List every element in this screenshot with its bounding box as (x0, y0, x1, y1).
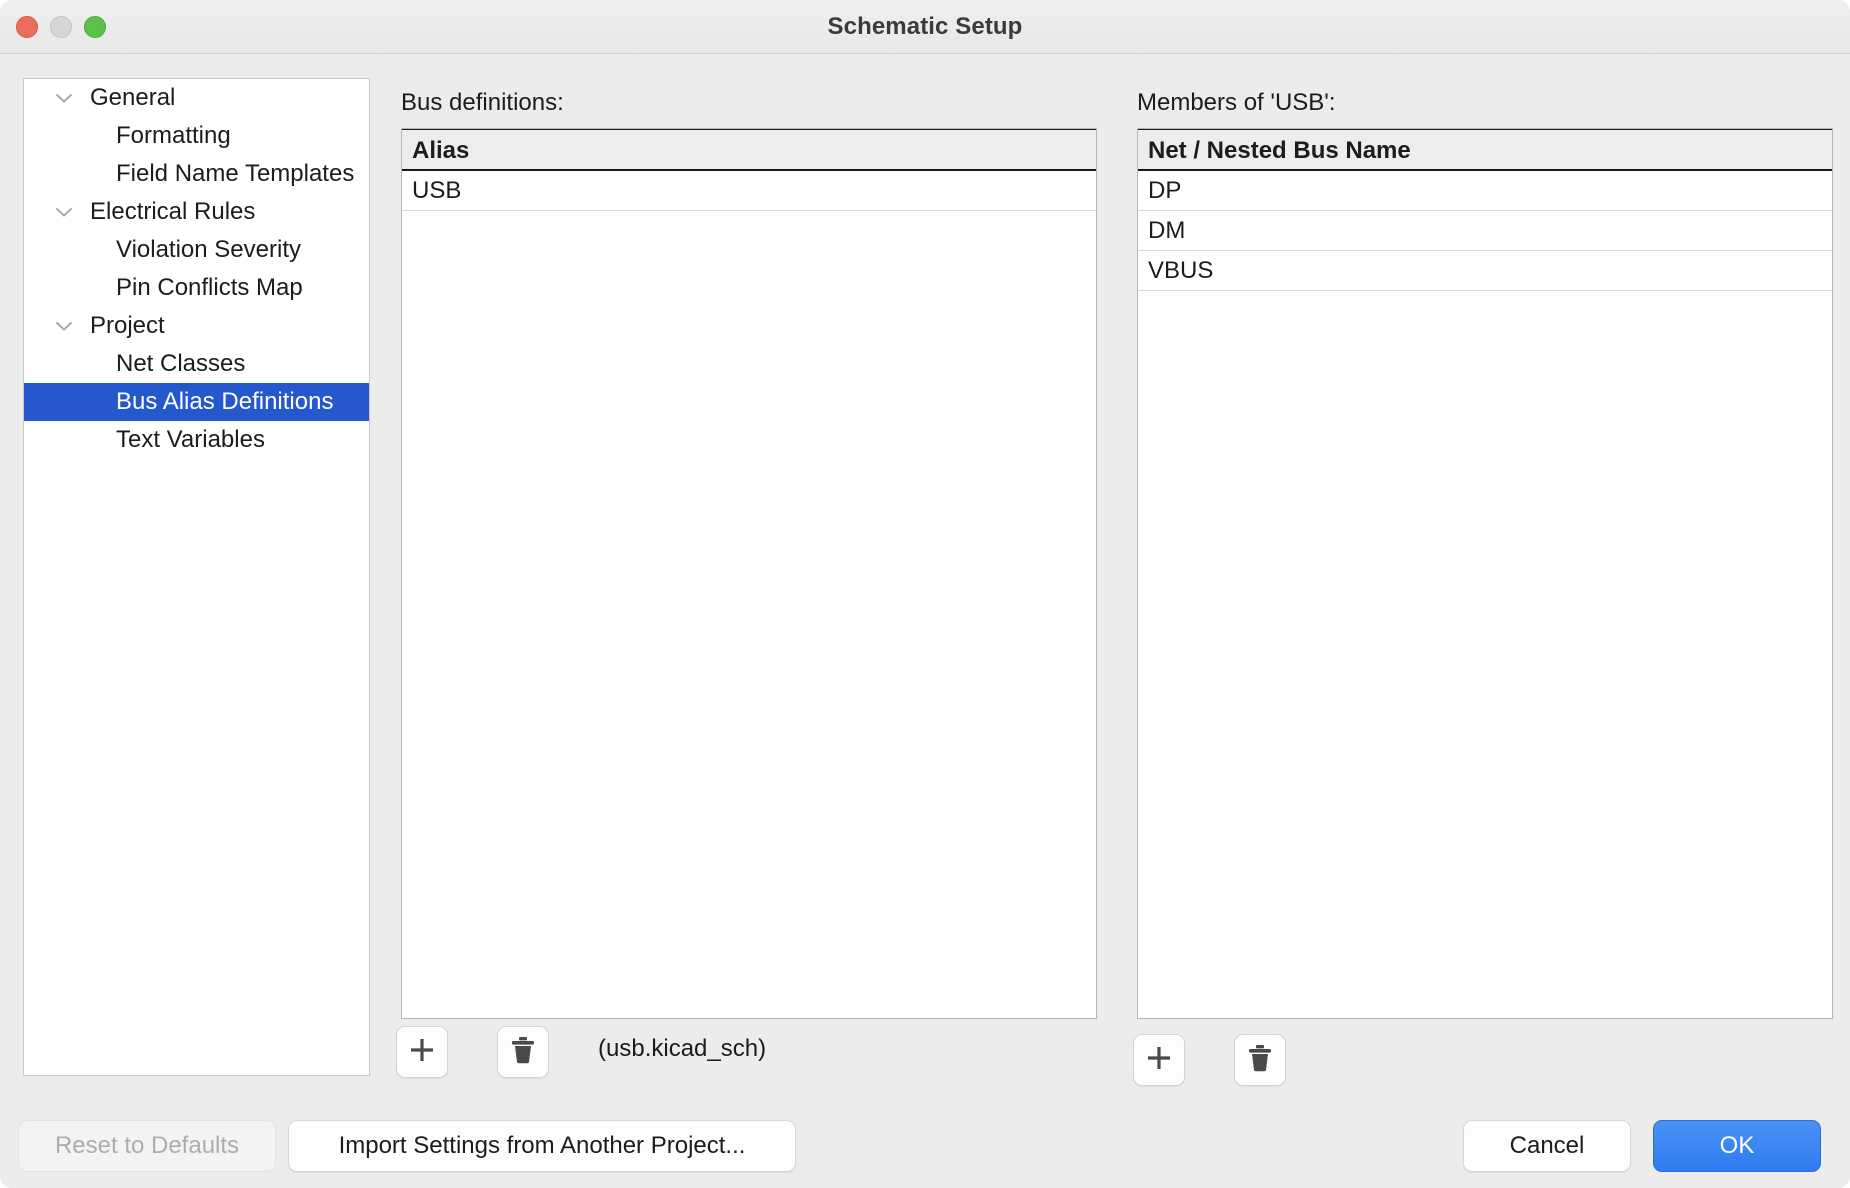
title-bar: Schematic Setup (0, 0, 1850, 54)
ok-button[interactable]: OK (1653, 1120, 1821, 1172)
schematic-setup-dialog: Schematic Setup General Formatting Field… (0, 0, 1850, 1188)
sidebar-item-label: General (24, 79, 369, 117)
sidebar-item-label: Bus Alias Definitions (24, 383, 369, 421)
plus-icon (407, 1035, 437, 1070)
table-row[interactable]: USB (402, 171, 1096, 211)
sidebar-item-label: Electrical Rules (24, 193, 369, 231)
column-header-net-nested-bus-name[interactable]: Net / Nested Bus Name (1138, 129, 1832, 171)
column-header-alias[interactable]: Alias (402, 129, 1096, 171)
sidebar-item-electrical-rules[interactable]: Electrical Rules (24, 193, 369, 231)
sidebar-item-net-classes[interactable]: Net Classes (24, 345, 369, 383)
table-row[interactable]: VBUS (1138, 251, 1832, 291)
table-row[interactable]: DM (1138, 211, 1832, 251)
sidebar-item-label: Field Name Templates (24, 155, 369, 193)
source-file-note: (usb.kicad_sch) (598, 1035, 766, 1063)
trash-icon (1246, 1043, 1274, 1078)
sidebar-item-label: Violation Severity (24, 231, 369, 269)
cancel-button[interactable]: Cancel (1463, 1120, 1631, 1172)
sidebar-item-text-variables[interactable]: Text Variables (24, 421, 369, 459)
delete-member-button[interactable] (1234, 1034, 1286, 1086)
table-row[interactable]: DP (1138, 171, 1832, 211)
sidebar-item-general[interactable]: General (24, 79, 369, 117)
sidebar-item-project[interactable]: Project (24, 307, 369, 345)
chevron-down-icon[interactable] (54, 79, 74, 117)
sidebar-item-bus-alias-definitions[interactable]: Bus Alias Definitions (24, 383, 369, 421)
sidebar-item-field-name-templates[interactable]: Field Name Templates (24, 155, 369, 193)
sidebar-item-pin-conflicts-map[interactable]: Pin Conflicts Map (24, 269, 369, 307)
chevron-down-icon[interactable] (54, 307, 74, 345)
plus-icon (1144, 1043, 1174, 1078)
sidebar-item-violation-severity[interactable]: Violation Severity (24, 231, 369, 269)
members-grid[interactable]: Net / Nested Bus Name DP DM VBUS (1137, 128, 1833, 1019)
bus-definitions-rows: USB (402, 171, 1096, 211)
members-label: Members of 'USB': (1137, 89, 1336, 117)
sidebar-item-formatting[interactable]: Formatting (24, 117, 369, 155)
sidebar-item-label: Text Variables (24, 421, 369, 459)
reset-to-defaults-button[interactable]: Reset to Defaults (18, 1120, 276, 1172)
bus-definitions-label: Bus definitions: (401, 89, 564, 117)
members-rows: DP DM VBUS (1138, 171, 1832, 291)
add-member-button[interactable] (1133, 1034, 1185, 1086)
sidebar-item-label: Project (24, 307, 369, 345)
trash-icon (509, 1035, 537, 1070)
bus-definitions-grid[interactable]: Alias USB (401, 128, 1097, 1019)
sidebar-item-label: Net Classes (24, 345, 369, 383)
add-alias-button[interactable] (396, 1026, 448, 1078)
chevron-down-icon[interactable] (54, 193, 74, 231)
delete-alias-button[interactable] (497, 1026, 549, 1078)
settings-tree[interactable]: General Formatting Field Name Templates … (23, 78, 370, 1076)
import-settings-button[interactable]: Import Settings from Another Project... (288, 1120, 796, 1172)
sidebar-item-label: Pin Conflicts Map (24, 269, 369, 307)
sidebar-item-label: Formatting (24, 117, 369, 155)
window-title: Schematic Setup (0, 0, 1850, 54)
